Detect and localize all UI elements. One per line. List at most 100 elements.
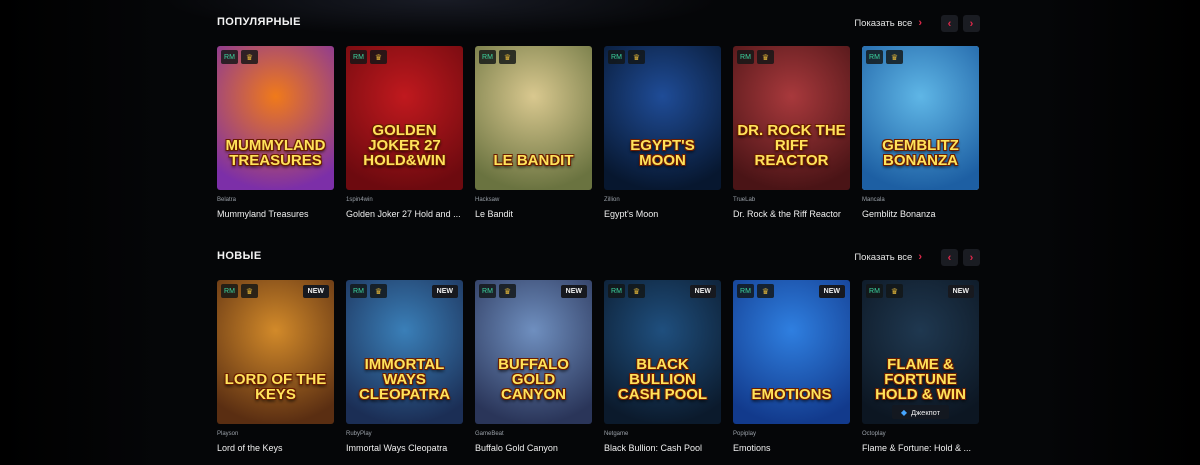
game-thumbnail[interactable]: BLACK BULLION CASH POOL RM ♛ NEW (604, 280, 721, 424)
game-provider: Hacksaw (475, 197, 500, 203)
game-badges: RM ♛ (737, 284, 774, 298)
rm-badge: RM (479, 284, 496, 298)
game-card[interactable]: MUMMYLAND TREASURES RM ♛ Belatra Mummyland T… (217, 46, 334, 219)
game-badges: RM ♛ (608, 50, 645, 64)
game-card[interactable]: EMOTIONS RM ♛ NEW Popiplay Emotions (733, 280, 850, 453)
game-thumbnail[interactable]: MUMMYLAND TREASURES RM ♛ (217, 46, 334, 190)
game-name[interactable]: Flame & Fortune: Hold & ... (862, 443, 979, 453)
game-provider: 1spin4win (346, 197, 373, 203)
game-name[interactable]: Black Bullion: Cash Pool (604, 443, 721, 453)
rm-badge: RM (221, 50, 238, 64)
game-badges: RM ♛ (479, 284, 516, 298)
game-card[interactable]: GOLDEN JOKER 27 HOLD&WIN RM ♛ 1spin4win Gold… (346, 46, 463, 219)
section-new: НОВЫЕ Показать все › ‹ › LORD OF THE KEY… (217, 246, 980, 453)
game-name[interactable]: Mummyland Treasures (217, 209, 334, 219)
game-provider: Netgame (604, 431, 629, 437)
rm-badge: RM (866, 50, 883, 64)
rm-badge: RM (866, 284, 883, 298)
trophy-icon: ♛ (757, 284, 774, 298)
trophy-icon: ♛ (886, 50, 903, 64)
carousel-next-button[interactable]: › (963, 15, 980, 32)
game-badges: RM ♛ (221, 50, 258, 64)
game-card[interactable]: LE BANDIT RM ♛ Hacksaw Le Bandit (475, 46, 592, 219)
game-provider: RubyPlay (346, 431, 372, 437)
game-thumbnail[interactable]: LORD OF THE KEYS RM ♛ NEW (217, 280, 334, 424)
show-all-link[interactable]: Показать все › (854, 251, 922, 263)
trophy-icon: ♛ (628, 284, 645, 298)
chevron-right-icon: › (918, 17, 922, 29)
trophy-icon: ♛ (370, 50, 387, 64)
game-provider: Popiplay (733, 431, 757, 437)
game-thumbnail[interactable]: GEMBLITZ BONANZA RM ♛ (862, 46, 979, 190)
game-name[interactable]: Egypt's Moon (604, 209, 721, 219)
game-name[interactable]: Le Bandit (475, 209, 592, 219)
game-logo-text: EMOTIONS (751, 386, 832, 403)
carousel-next-button[interactable]: › (963, 249, 980, 266)
game-carousel: MUMMYLAND TREASURES RM ♛ Belatra Mummyland T… (217, 46, 979, 219)
game-provider: TrueLab (733, 197, 756, 203)
game-provider: GameBeat (475, 431, 504, 437)
section-popular: ПОПУЛЯРНЫЕ Показать все › ‹ › MUMMYLAND … (217, 12, 980, 219)
game-card[interactable]: DR. ROCK THE RIFF REACTOR RM ♛ TrueLab Dr. R… (733, 46, 850, 219)
game-name[interactable]: Buffalo Gold Canyon (475, 443, 592, 453)
new-badge: NEW (947, 285, 974, 298)
game-logo-text: EGYPT'S MOON (630, 137, 695, 169)
game-provider: Zillion (604, 197, 620, 203)
jackpot-badge: ◆ Джекпот (892, 405, 949, 419)
game-name[interactable]: Immortal Ways Cleopatra (346, 443, 463, 453)
section-header: НОВЫЕ Показать все › ‹ › (217, 246, 980, 270)
game-name[interactable]: Dr. Rock & the Riff Reactor (733, 209, 850, 219)
game-thumbnail[interactable]: EGYPT'S MOON RM ♛ (604, 46, 721, 190)
game-card[interactable]: GEMBLITZ BONANZA RM ♛ Mancala Gemblitz Bonan… (862, 46, 979, 219)
trophy-icon: ♛ (499, 284, 516, 298)
game-name[interactable]: Gemblitz Bonanza (862, 209, 979, 219)
game-card[interactable]: LORD OF THE KEYS RM ♛ NEW Playson Lord of the… (217, 280, 334, 453)
left-fade (0, 0, 160, 465)
trophy-icon: ♛ (757, 50, 774, 64)
trophy-icon: ♛ (370, 284, 387, 298)
game-logo-text: LE BANDIT (493, 152, 574, 169)
game-logo-text: IMMORTAL WAYS CLEOPATRA (358, 356, 451, 403)
carousel-prev-button[interactable]: ‹ (941, 15, 958, 32)
section-title: НОВЫЕ (217, 250, 262, 262)
game-logo-text: BUFFALO GOLD CANYON (498, 356, 569, 403)
show-all-link[interactable]: Показать все › (854, 17, 922, 29)
trophy-icon: ♛ (241, 50, 258, 64)
game-badges: RM ♛ (608, 284, 645, 298)
game-badges: RM ♛ (866, 284, 903, 298)
game-name[interactable]: Golden Joker 27 Hold and ... (346, 209, 463, 219)
game-badges: RM ♛ (350, 50, 387, 64)
game-thumbnail[interactable]: EMOTIONS RM ♛ NEW (733, 280, 850, 424)
game-card[interactable]: IMMORTAL WAYS CLEOPATRA RM ♛ NEW RubyPlay Imm… (346, 280, 463, 453)
game-carousel: LORD OF THE KEYS RM ♛ NEW Playson Lord of the… (217, 280, 979, 453)
game-card[interactable]: BLACK BULLION CASH POOL RM ♛ NEW Netgame Blac… (604, 280, 721, 453)
rm-badge: RM (350, 50, 367, 64)
show-all-label: Показать все (854, 251, 913, 263)
game-provider: Octoplay (862, 431, 886, 437)
game-logo-text: LORD OF THE KEYS (224, 371, 327, 403)
game-card[interactable]: FLAME & FORTUNE HOLD & WIN RM ♛ NEW ◆ Джекпот… (862, 280, 979, 453)
game-name[interactable]: Lord of the Keys (217, 443, 334, 453)
game-thumbnail[interactable]: IMMORTAL WAYS CLEOPATRA RM ♛ NEW (346, 280, 463, 424)
chevron-right-icon: › (918, 251, 922, 263)
game-thumbnail[interactable]: LE BANDIT RM ♛ (475, 46, 592, 190)
game-logo-text: GEMBLITZ BONANZA (882, 137, 959, 169)
game-provider: Playson (217, 431, 239, 437)
game-logo-text: DR. ROCK THE RIFF REACTOR (737, 122, 846, 169)
show-all-label: Показать все (854, 17, 913, 29)
rm-badge: RM (350, 284, 367, 298)
game-card[interactable]: BUFFALO GOLD CANYON RM ♛ NEW GameBeat Buffalo… (475, 280, 592, 453)
game-thumbnail[interactable]: GOLDEN JOKER 27 HOLD&WIN RM ♛ (346, 46, 463, 190)
game-logo-text: FLAME & FORTUNE HOLD & WIN (875, 356, 966, 403)
rm-badge: RM (221, 284, 238, 298)
game-thumbnail[interactable]: FLAME & FORTUNE HOLD & WIN RM ♛ NEW ◆ Джекпот (862, 280, 979, 424)
game-thumbnail[interactable]: DR. ROCK THE RIFF REACTOR RM ♛ (733, 46, 850, 190)
rm-badge: RM (608, 50, 625, 64)
game-name[interactable]: Emotions (733, 443, 850, 453)
game-thumbnail[interactable]: BUFFALO GOLD CANYON RM ♛ NEW (475, 280, 592, 424)
game-card[interactable]: EGYPT'S MOON RM ♛ Zillion Egypt's Moon (604, 46, 721, 219)
section-header: ПОПУЛЯРНЫЕ Показать все › ‹ › (217, 12, 980, 36)
new-badge: NEW (689, 285, 716, 298)
carousel-prev-button[interactable]: ‹ (941, 249, 958, 266)
trophy-icon: ♛ (628, 50, 645, 64)
